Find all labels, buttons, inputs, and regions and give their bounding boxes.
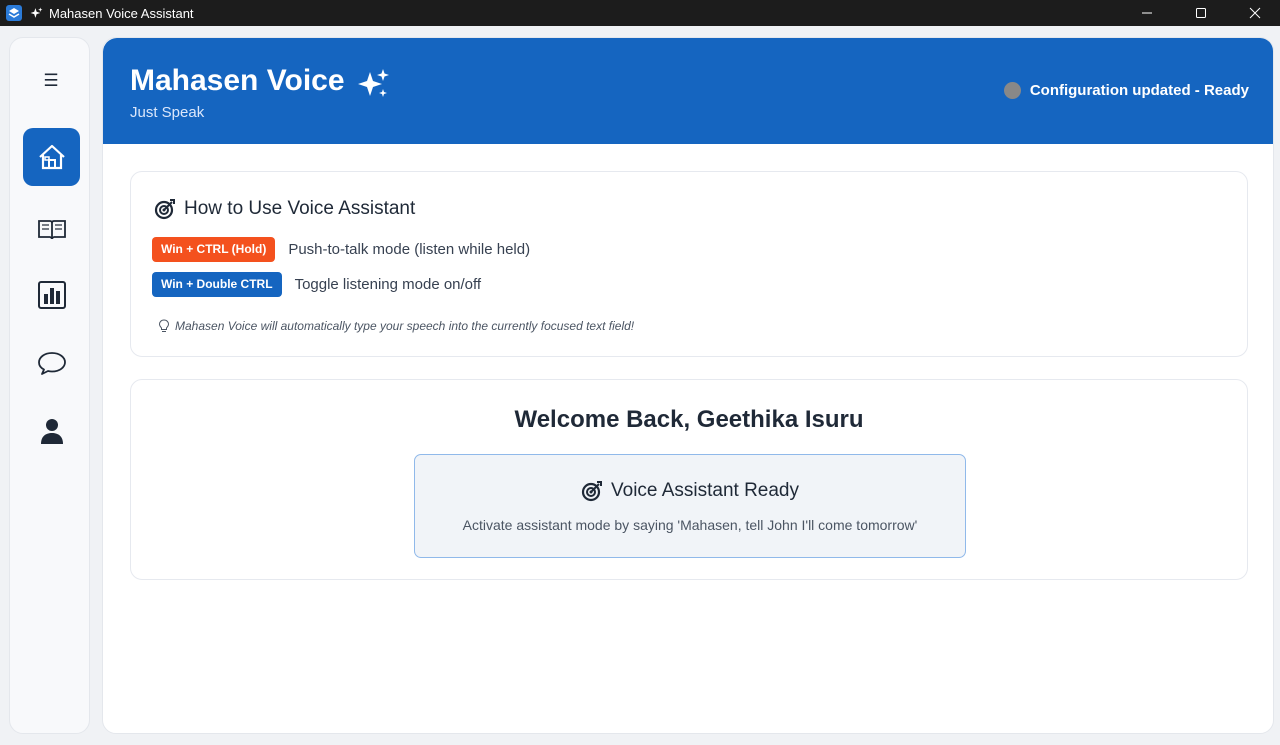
menu-toggle-button[interactable]: ☰	[34, 70, 68, 92]
target-icon	[154, 199, 175, 220]
sidebar-item-home[interactable]	[23, 128, 80, 186]
ready-header: Voice Assistant Ready	[415, 480, 965, 502]
tip-note: Mahasen Voice will automatically type yo…	[158, 319, 634, 333]
status-indicator: Configuration updated - Ready	[1003, 82, 1249, 99]
shortcut-description: Push-to-talk mode (listen while held)	[288, 241, 531, 258]
window-title: Mahasen Voice Assistant	[49, 5, 194, 21]
minimize-button[interactable]	[1122, 0, 1172, 26]
close-icon	[1249, 7, 1261, 19]
welcome-title: Welcome Back, Geethika Isuru	[514, 406, 864, 433]
maximize-button[interactable]	[1176, 0, 1226, 26]
book-icon	[37, 220, 66, 240]
lightbulb-icon	[158, 319, 170, 332]
target-icon	[581, 481, 602, 502]
app-subtitle: Just Speak	[130, 104, 205, 121]
chat-bubble-icon	[37, 352, 66, 375]
shortcut-description: Toggle listening mode on/off	[294, 276, 482, 293]
shortcut-push-to-talk: Win + CTRL (Hold) Push-to-talk mode (lis…	[152, 237, 530, 262]
status-text: Configuration updated - Ready	[1029, 82, 1249, 99]
sidebar-item-profile[interactable]	[23, 402, 80, 460]
sparkle-icon	[358, 69, 389, 97]
how-to-title: How to Use Voice Assistant	[184, 198, 416, 219]
ready-title: Voice Assistant Ready	[611, 480, 799, 501]
shortcut-key-badge: Win + CTRL (Hold)	[152, 237, 276, 262]
user-icon	[40, 419, 63, 444]
app-header: Mahasen Voice Just Speak Configuration u…	[103, 38, 1273, 144]
home-icon	[38, 144, 65, 170]
how-to-card: How to Use Voice Assistant Win + CTRL (H…	[130, 171, 1248, 357]
sidebar-item-stats[interactable]	[23, 266, 80, 324]
main-panel: Mahasen Voice Just Speak Configuration u…	[102, 37, 1274, 734]
how-to-header: How to Use Voice Assistant	[154, 198, 415, 220]
tip-text: Mahasen Voice will automatically type yo…	[175, 319, 635, 333]
ready-description: Activate assistant mode by saying 'Mahas…	[462, 517, 918, 533]
hamburger-icon: ☰	[43, 71, 59, 90]
sidebar-item-book[interactable]	[23, 200, 80, 258]
maximize-icon	[1196, 8, 1206, 18]
shortcut-toggle-listening: Win + Double CTRL Toggle listening mode …	[152, 272, 481, 297]
welcome-card: Welcome Back, Geethika Isuru Voice Assis…	[130, 379, 1248, 580]
app-title: Mahasen Voice	[130, 64, 345, 97]
window-titlebar: Mahasen Voice Assistant	[0, 0, 1280, 26]
app-icon	[6, 5, 22, 21]
minimize-icon	[1142, 12, 1152, 14]
sparkle-icon	[30, 7, 43, 18]
close-button[interactable]	[1230, 0, 1280, 26]
sidebar: ☰	[9, 37, 90, 734]
bar-chart-icon	[37, 281, 66, 309]
shortcut-key-badge: Win + Double CTRL	[152, 272, 282, 297]
status-dot	[1003, 82, 1021, 99]
assistant-ready-box: Voice Assistant Ready Activate assistant…	[414, 454, 966, 558]
window-controls	[1118, 0, 1280, 26]
sidebar-item-chat[interactable]	[23, 334, 80, 392]
